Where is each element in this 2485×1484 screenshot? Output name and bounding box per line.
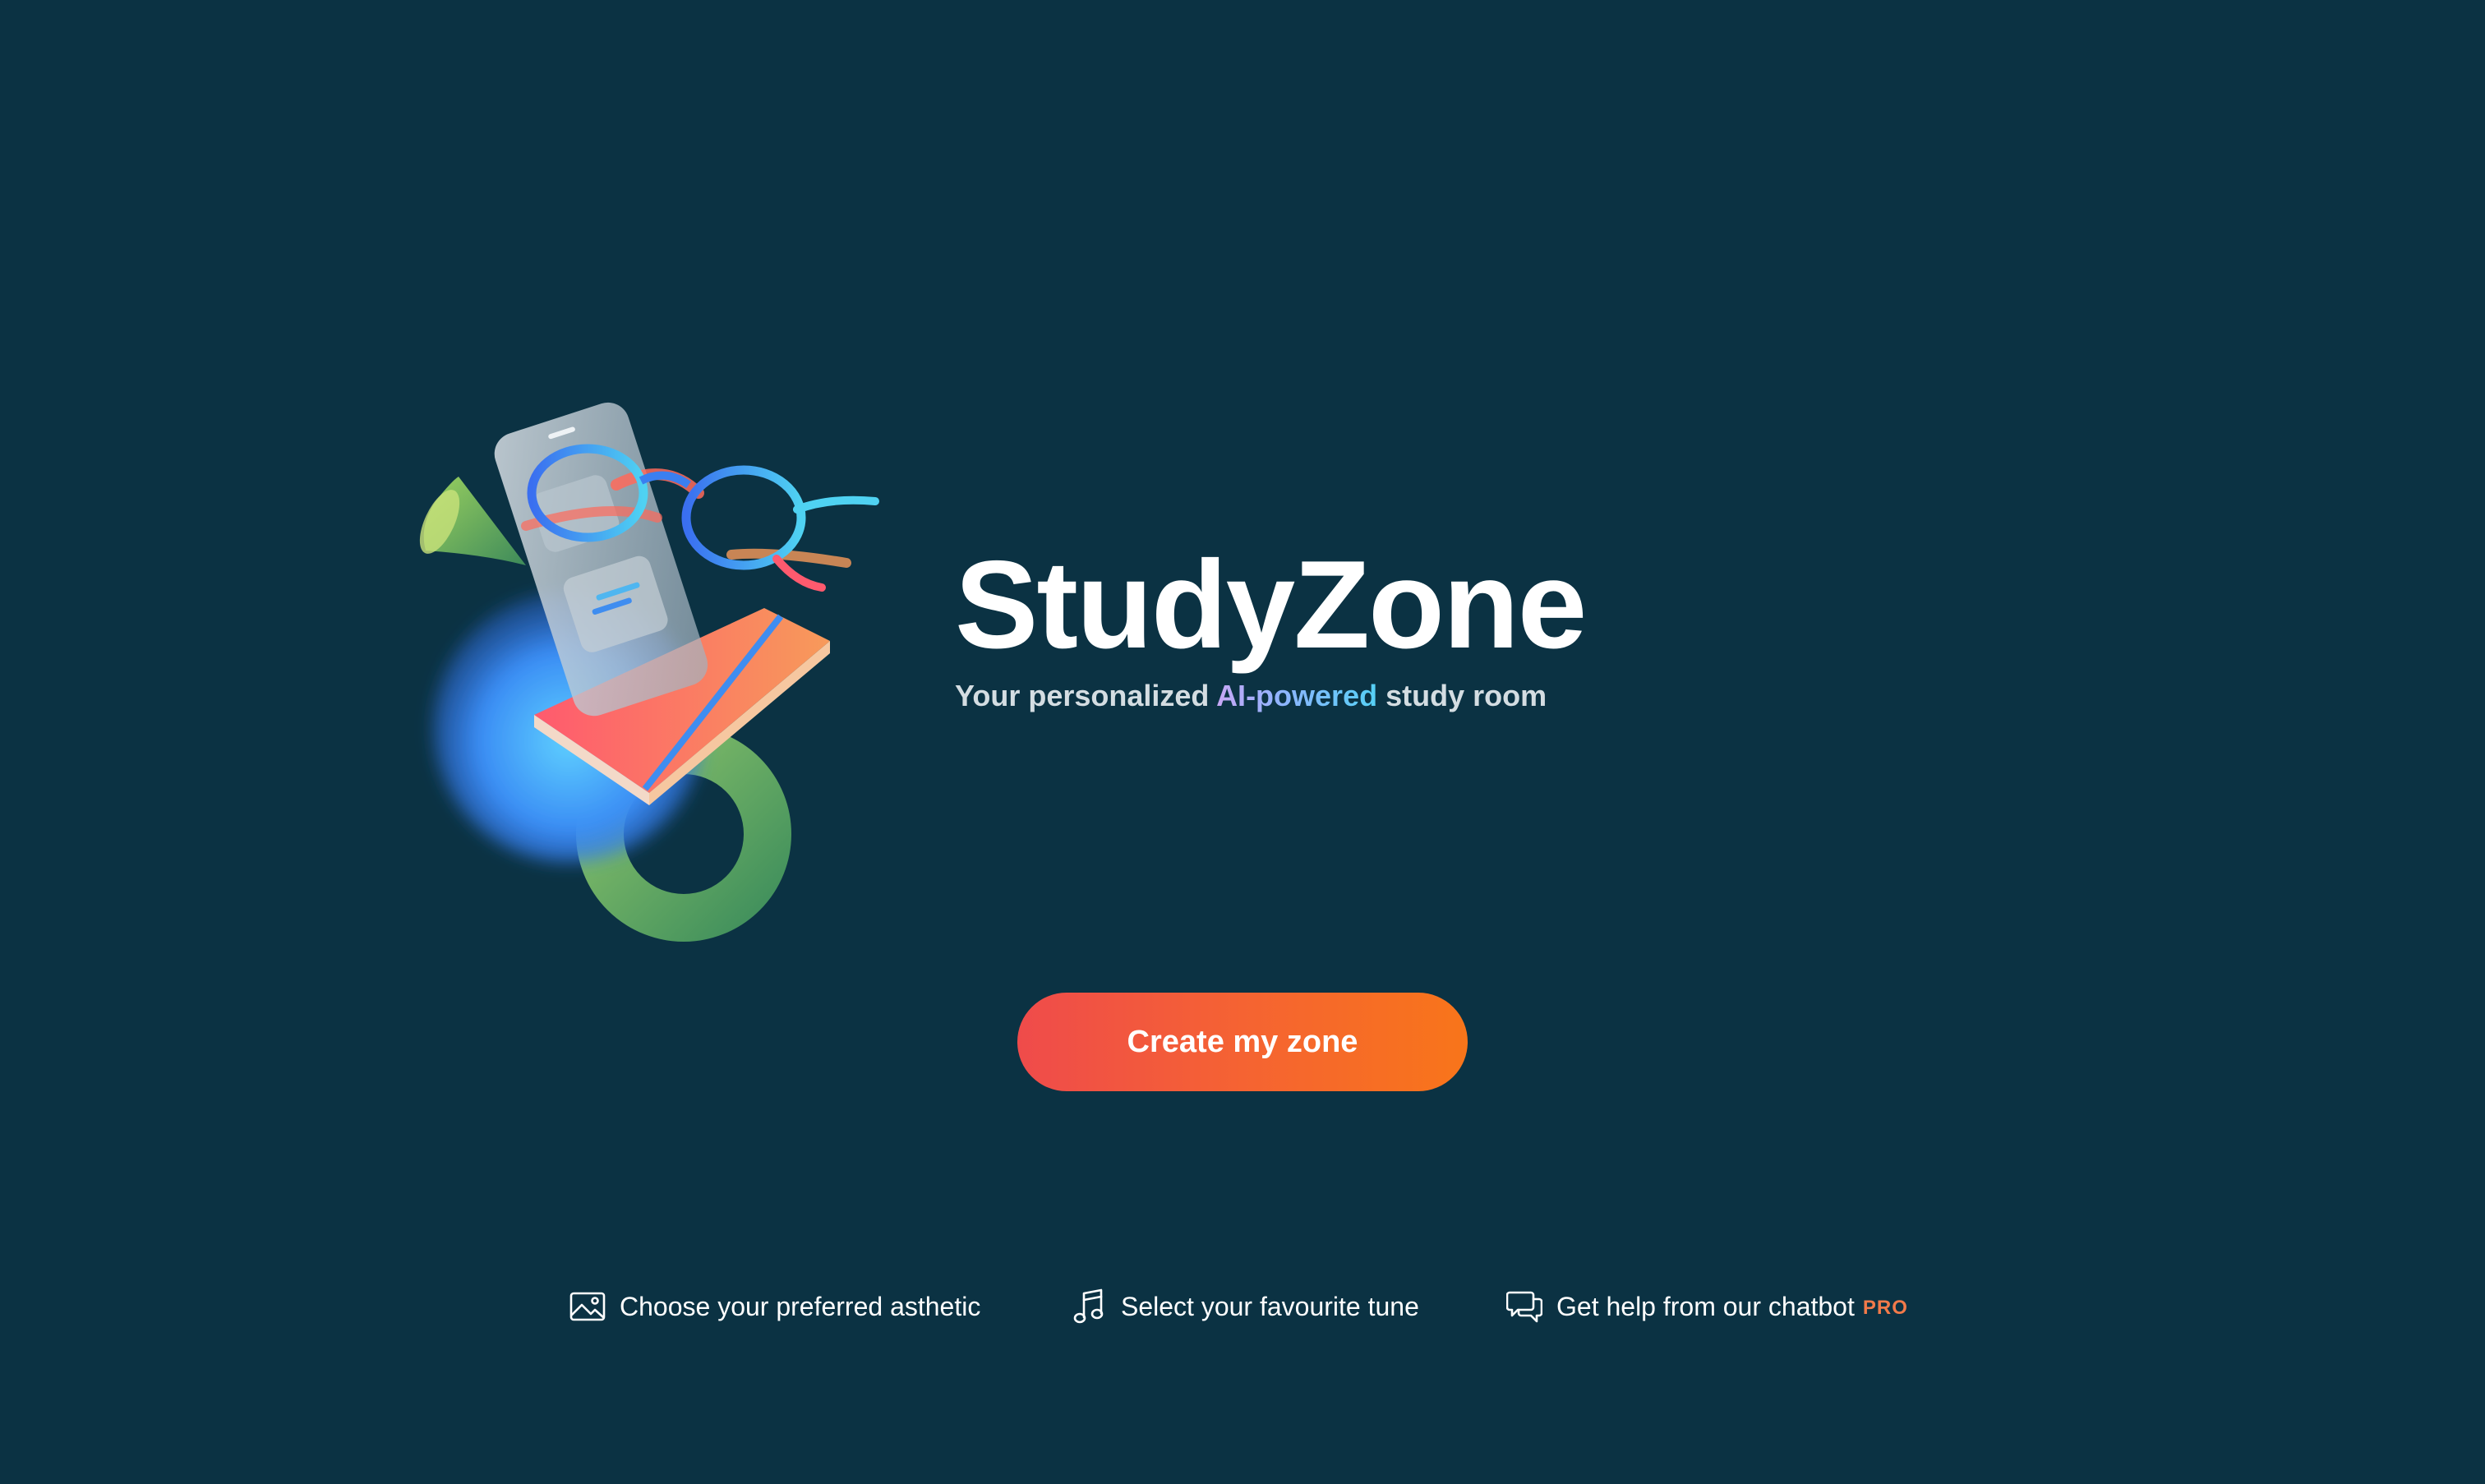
feature-item-aesthetic: Choose your preferred asthetic: [569, 1282, 980, 1331]
feature-item-chatbot: Get help from our chatbot PRO: [1505, 1282, 1908, 1331]
image-icon: [569, 1288, 606, 1325]
app-title: StudyZone: [955, 535, 1587, 675]
feature-list: Choose your preferred asthetic Select yo…: [0, 1282, 2485, 1331]
feature-item-tune: Select your favourite tune: [1070, 1282, 1419, 1331]
chat-bubbles-icon: [1505, 1288, 1543, 1325]
music-note-icon: [1070, 1288, 1108, 1325]
feature-label: Choose your preferred asthetic: [620, 1291, 981, 1321]
tagline-start: Your personalized: [955, 679, 1217, 712]
tagline: Your personalized AI-powered study room: [955, 679, 1585, 713]
brand-block: StudyZone Your personalized AI-powered s…: [955, 535, 1587, 713]
tagline-end: study room: [1377, 679, 1547, 712]
tagline-accent: AI-powered: [1216, 679, 1378, 712]
create-zone-button[interactable]: Create my zone: [1017, 993, 1468, 1091]
feature-label: Select your favourite tune: [1121, 1291, 1419, 1321]
landing-page: StudyZone Your personalized AI-powered s…: [0, 0, 2485, 1484]
pro-badge: PRO: [1862, 1297, 1908, 1319]
hero-illustration: [419, 402, 879, 942]
feature-label: Get help from our chatbot: [1556, 1291, 1855, 1321]
